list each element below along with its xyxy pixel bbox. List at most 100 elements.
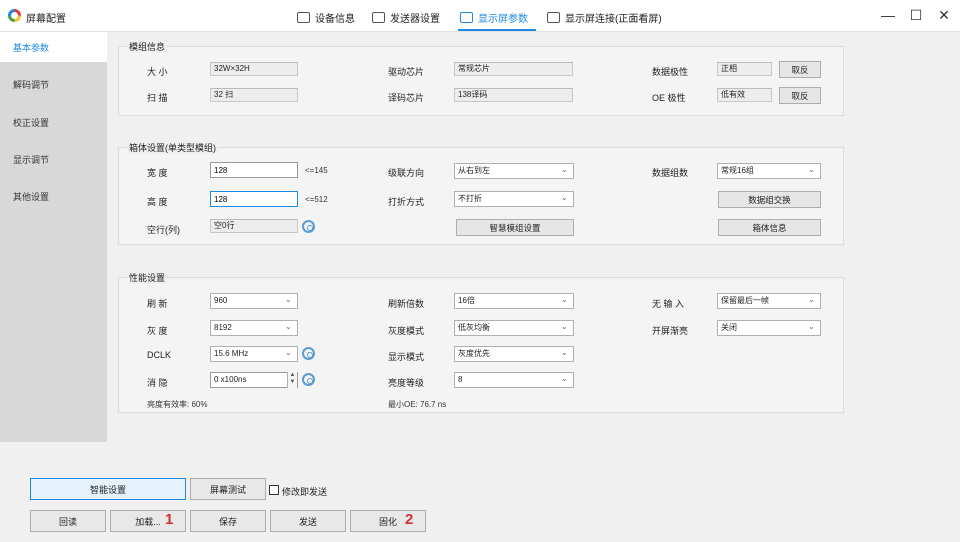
display-params-icon <box>460 11 473 23</box>
no-input-label: 无 输 入 <box>652 299 685 309</box>
sidebar-item-display-adjust[interactable]: 显示调节 <box>0 144 107 174</box>
spinbox-value: 0 x100ns <box>214 375 247 384</box>
brightness-level-select[interactable]: 8 ⌄ <box>454 372 574 388</box>
scan-label: 扫 描 <box>147 93 168 103</box>
sidebar: 基本参数 解码调节 校正设置 显示调节 其他设置 <box>0 32 107 442</box>
dclk-label: DCLK <box>147 350 172 360</box>
select-value: 关闭 <box>721 323 737 332</box>
fade-in-select[interactable]: 关闭 ⌄ <box>717 320 821 336</box>
oe-polarity-label: OE 极性 <box>652 93 686 103</box>
smart-module-settings-button[interactable]: 智慧模组设置 <box>456 219 574 236</box>
load-button-label: 加载... <box>135 516 161 527</box>
chevron-down-icon: ⌄ <box>808 295 815 304</box>
device-info-icon <box>297 11 310 23</box>
select-value: 8192 <box>214 323 232 332</box>
data-polarity-label: 数据极性 <box>652 67 689 77</box>
solidify-button[interactable]: 固化 <box>350 510 426 532</box>
load-button[interactable]: 加载... <box>110 510 186 532</box>
chevron-down-icon: ⌄ <box>561 165 568 174</box>
readback-button[interactable]: 回读 <box>30 510 106 532</box>
refresh-multiple-label: 刷新倍数 <box>388 299 425 309</box>
sidebar-item-basic-params[interactable]: 基本参数 <box>0 32 107 62</box>
spinbox-arrows-icon[interactable]: ▲ ▼ <box>287 372 297 388</box>
width-input[interactable] <box>210 162 298 178</box>
sidebar-item-calibration[interactable]: 校正设置 <box>0 107 107 137</box>
tab-label: 设备信息 <box>315 13 355 25</box>
chevron-down-icon: ⌄ <box>285 348 292 357</box>
data-groups-label: 数据组数 <box>652 168 689 178</box>
height-limit: <=512 <box>305 195 328 204</box>
annotation-mark-1: 1 <box>165 511 174 528</box>
driver-chip-label: 驱动芯片 <box>388 67 425 77</box>
send-button[interactable]: 发送 <box>270 510 346 532</box>
data-polarity-invert-button[interactable]: 取反 <box>779 61 821 78</box>
data-polarity-value: 正相 <box>717 62 772 76</box>
select-value: 不打折 <box>458 194 482 203</box>
gray-label: 灰 度 <box>147 326 168 336</box>
module-info-title: 模组信息 <box>127 40 168 53</box>
maximize-button[interactable]: ☐ <box>906 6 926 24</box>
data-group-swap-button[interactable]: 数据组交换 <box>718 191 821 208</box>
refresh-multiple-select[interactable]: 16倍 ⌄ <box>454 293 574 309</box>
size-value: 32W×32H <box>210 62 298 76</box>
fold-mode-select[interactable]: 不打折 ⌄ <box>454 191 574 207</box>
select-value: 15.6 MHz <box>214 349 249 358</box>
close-button[interactable]: ✕ <box>934 6 954 24</box>
tab-sender-settings[interactable]: 发送器设置 <box>372 8 440 26</box>
chevron-down-icon: ⌄ <box>561 193 568 202</box>
brightness-efficiency-text: 亮度有效率: 60% <box>147 400 208 409</box>
tab-display-params[interactable]: 显示屏参数 <box>460 8 528 26</box>
chevron-down-icon: ⌄ <box>561 374 568 383</box>
chevron-down-icon: ⌄ <box>808 322 815 331</box>
save-button[interactable]: 保存 <box>190 510 266 532</box>
display-mode-select[interactable]: 灰度优先 ⌄ <box>454 346 574 362</box>
gray-mode-select[interactable]: 低灰均衡 ⌄ <box>454 320 574 336</box>
cabinet-settings-title: 箱体设置(单类型模组) <box>127 141 218 154</box>
tab-display-connection[interactable]: 显示屏连接(正面看屏) <box>547 8 662 26</box>
minimize-button[interactable]: — <box>878 6 898 24</box>
size-label: 大 小 <box>147 67 168 77</box>
tab-label: 发送器设置 <box>390 13 440 25</box>
fade-in-label: 开屏渐亮 <box>652 326 689 336</box>
refresh-select[interactable]: 960 ⌄ <box>210 293 298 309</box>
gray-mode-label: 灰度模式 <box>388 326 425 336</box>
title-bar: 屏幕配置 设备信息 发送器设置 显示屏参数 显示屏连接(正面看屏) — ☐ ✕ <box>0 0 960 32</box>
blanking-spinbox[interactable]: 0 x100ns ▲ ▼ <box>210 372 298 388</box>
data-groups-select[interactable]: 常规16组 ⌄ <box>717 163 821 179</box>
select-value: 灰度优先 <box>458 349 490 358</box>
blanking-settings-gear-icon[interactable] <box>302 373 315 386</box>
select-value: 低灰均衡 <box>458 323 490 332</box>
module-info-group <box>118 46 844 116</box>
select-value: 8 <box>458 375 463 384</box>
smart-setup-button[interactable]: 智能设置 <box>30 478 186 500</box>
active-tab-indicator <box>458 29 536 31</box>
oe-polarity-invert-button[interactable]: 取反 <box>779 87 821 104</box>
height-label: 高 度 <box>147 197 168 207</box>
screen-test-button[interactable]: 屏幕测试 <box>190 478 266 500</box>
tab-device-info[interactable]: 设备信息 <box>297 8 355 26</box>
send-on-modify-checkbox[interactable] <box>269 485 279 495</box>
decoder-chip-label: 译码芯片 <box>388 93 425 103</box>
width-limit: <=145 <box>305 166 328 175</box>
cascade-direction-select[interactable]: 从右到左 ⌄ <box>454 163 574 179</box>
oe-polarity-value: 低有效 <box>717 88 772 102</box>
empty-row-settings-gear-icon[interactable] <box>302 220 315 233</box>
empty-row-label: 空行(列) <box>147 225 180 235</box>
blanking-label: 消 隐 <box>147 378 168 388</box>
dclk-settings-gear-icon[interactable] <box>302 347 315 360</box>
height-input[interactable] <box>210 191 298 207</box>
scan-value: 32 扫 <box>210 88 298 102</box>
send-on-modify-label: 修改即发送 <box>282 487 328 497</box>
select-value: 保留最后一帧 <box>721 296 769 305</box>
cabinet-info-button[interactable]: 箱体信息 <box>718 219 821 236</box>
select-value: 常规16组 <box>721 166 754 175</box>
dclk-select[interactable]: 15.6 MHz ⌄ <box>210 346 298 362</box>
sidebar-item-other-settings[interactable]: 其他设置 <box>0 181 107 211</box>
chevron-down-icon: ⌄ <box>561 348 568 357</box>
no-input-select[interactable]: 保留最后一帧 ⌄ <box>717 293 821 309</box>
chevron-down-icon: ⌄ <box>561 322 568 331</box>
chevron-down-icon: ⌄ <box>285 322 292 331</box>
gray-select[interactable]: 8192 ⌄ <box>210 320 298 336</box>
sidebar-item-decode-adjust[interactable]: 解码调节 <box>0 69 107 99</box>
sender-icon <box>372 11 385 23</box>
